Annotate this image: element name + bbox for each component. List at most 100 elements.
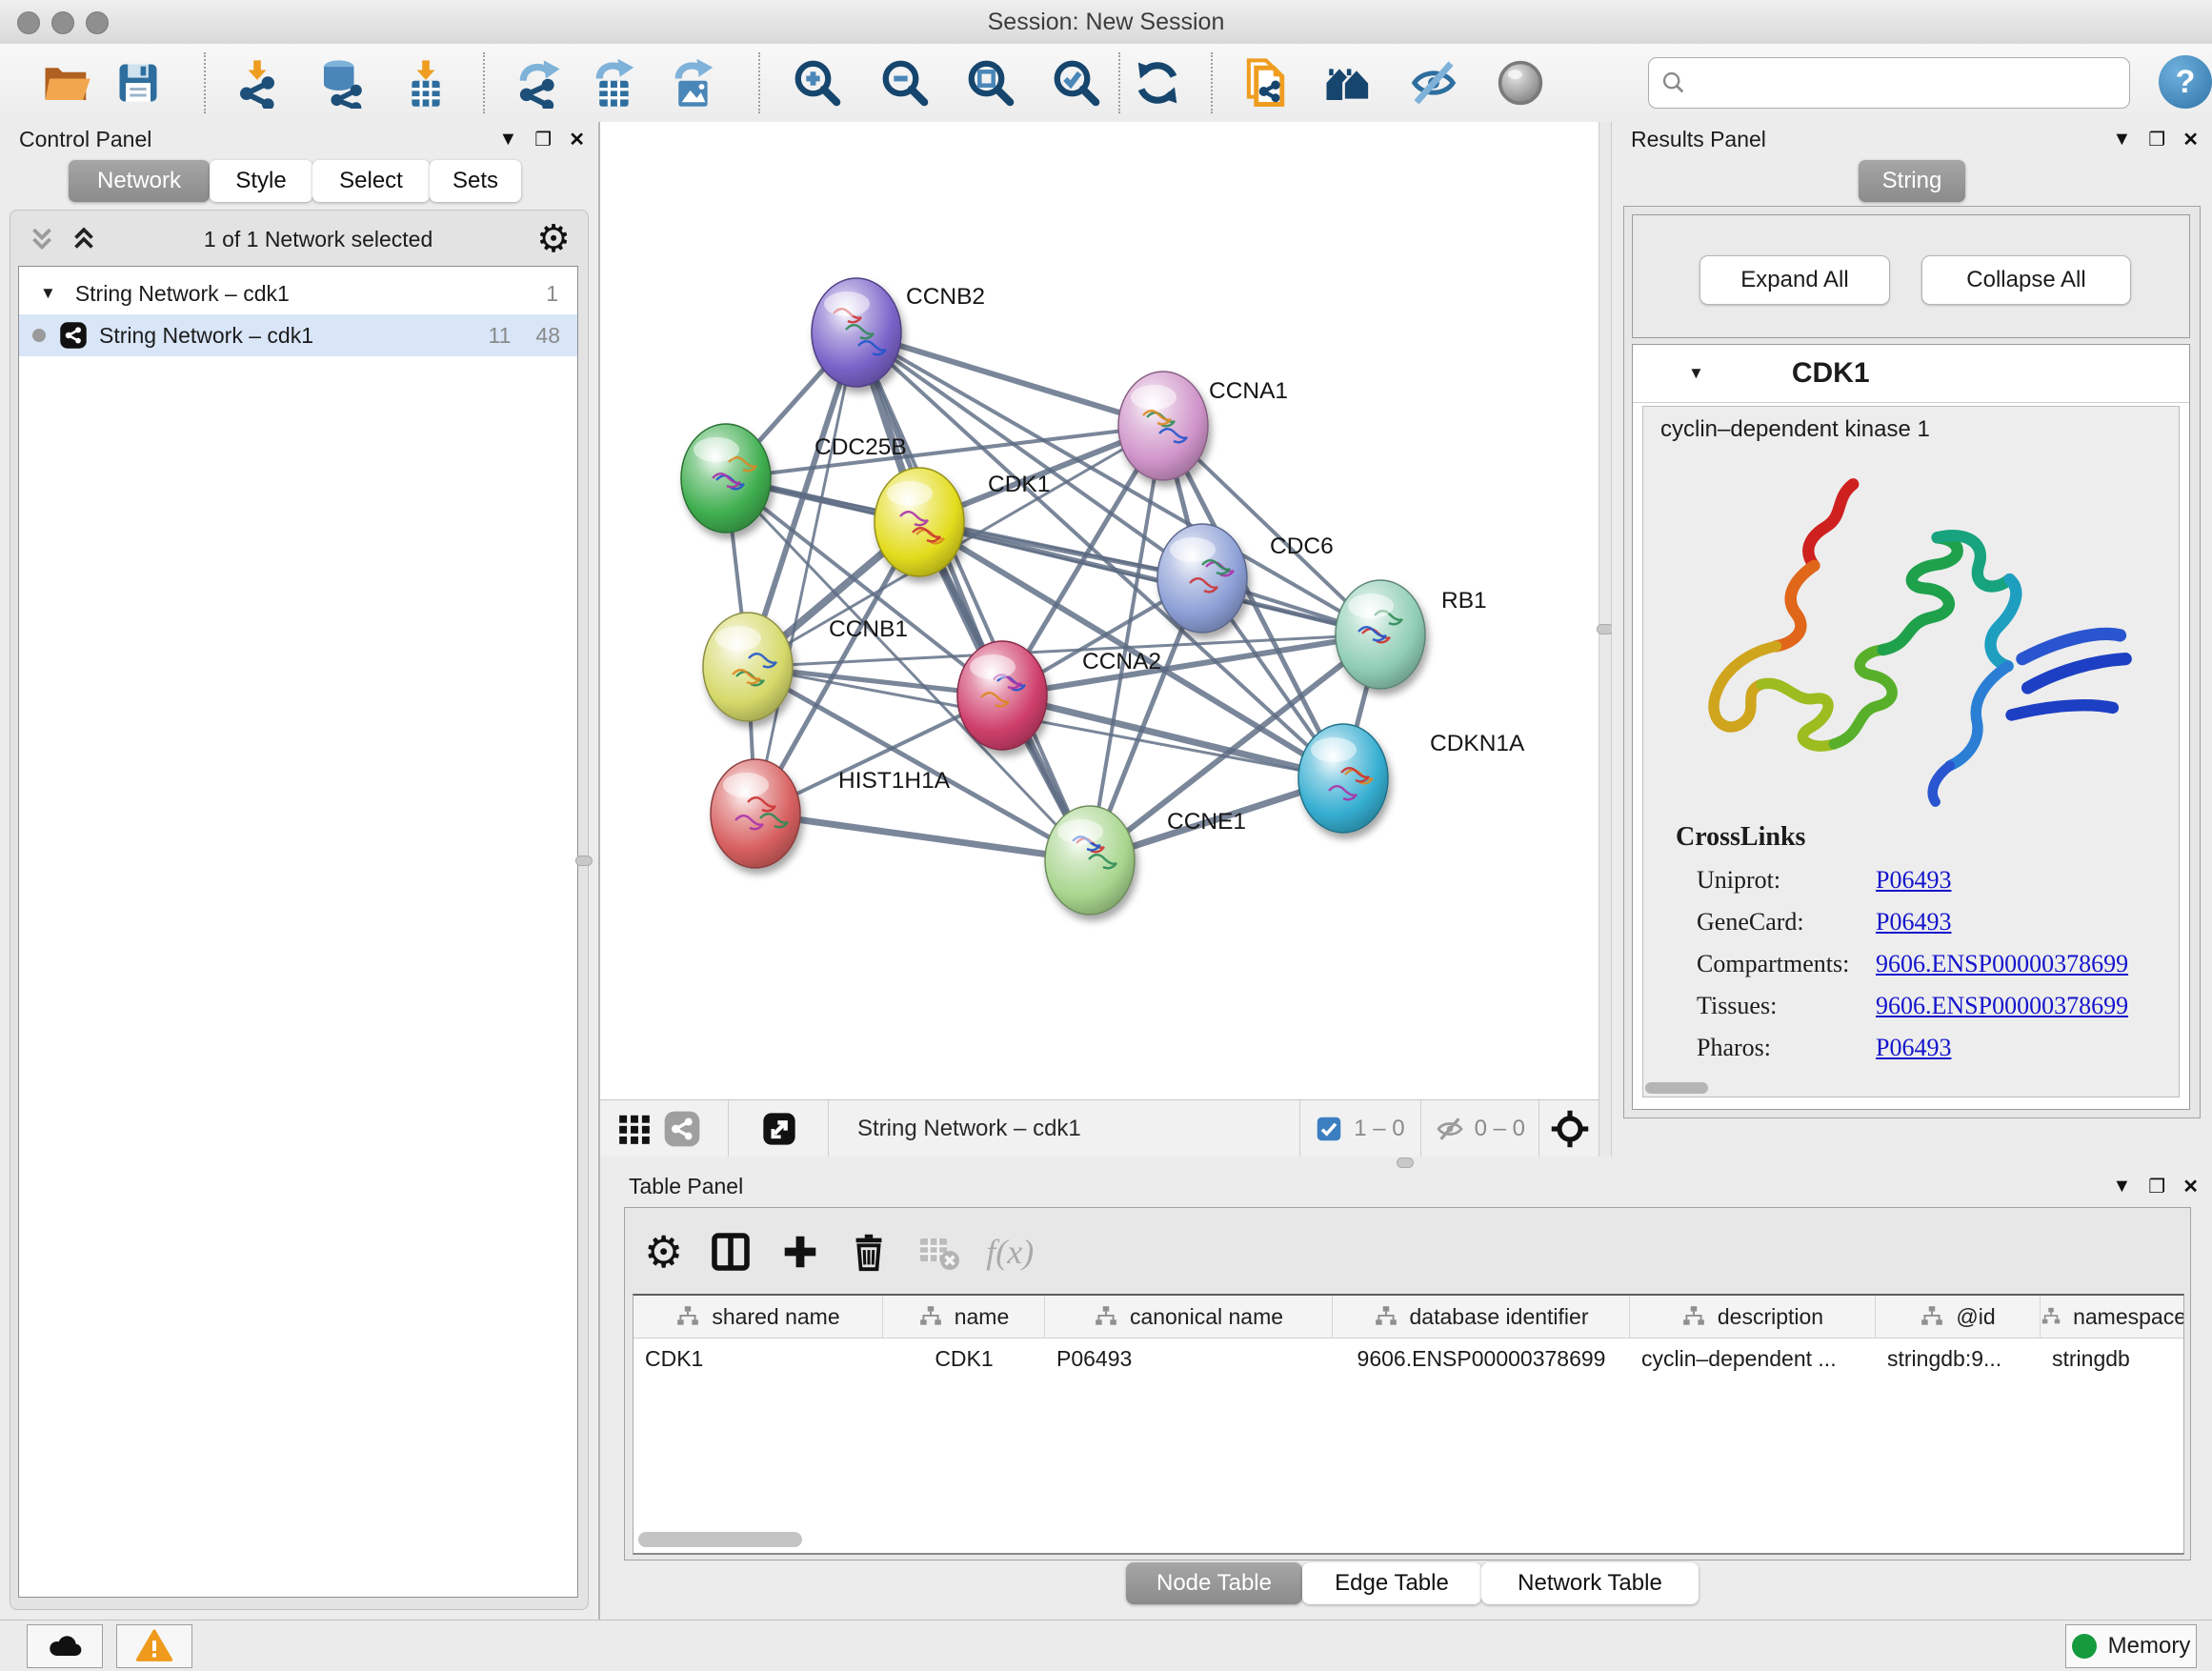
tab-string[interactable]: String <box>1859 160 1965 202</box>
node-HIST1H1A[interactable] <box>711 759 800 868</box>
column-header-name[interactable]: name <box>883 1296 1045 1338</box>
panel-close-icon[interactable]: ✕ <box>2182 1175 2199 1198</box>
import-network-database-button[interactable] <box>314 56 368 110</box>
zoom-window-icon[interactable] <box>86 11 109 34</box>
table-cell[interactable]: CDK1 <box>883 1339 1045 1379</box>
delete-column-trash-icon[interactable] <box>847 1230 891 1274</box>
tab-select[interactable]: Select <box>312 160 430 202</box>
open-session-button[interactable] <box>40 56 93 110</box>
node-CDC25B[interactable] <box>681 424 771 533</box>
edge-CCNB2-HIST1H1A[interactable] <box>755 332 856 814</box>
node-CCNB1[interactable] <box>703 613 793 721</box>
collapse-all-icon[interactable] <box>26 223 58 255</box>
tab-sets[interactable]: Sets <box>430 160 521 202</box>
import-network-file-button[interactable] <box>231 56 284 110</box>
search-box[interactable] <box>1648 57 2130 109</box>
apply-layout-button[interactable] <box>1131 56 1184 110</box>
cloud-status-button[interactable] <box>27 1624 103 1668</box>
table-cell[interactable]: 9606.ENSP00000378699 <box>1333 1339 1630 1379</box>
hidden-eye-icon[interactable] <box>1435 1114 1465 1144</box>
collapse-all-button[interactable]: Collapse All <box>1921 255 2131 305</box>
add-column-icon[interactable] <box>778 1230 822 1274</box>
network-collection-row[interactable]: ▼ String Network – cdk1 1 <box>19 272 577 314</box>
table-cell[interactable]: P06493 <box>1045 1339 1333 1379</box>
fit-selected-crosshair-icon[interactable] <box>1549 1108 1591 1150</box>
crosslink-link[interactable]: 9606.ENSP00000378699 <box>1876 950 2128 978</box>
node-CDC6[interactable] <box>1157 524 1247 633</box>
selected-checkbox-icon[interactable] <box>1316 1116 1342 1142</box>
column-header-namespace[interactable]: namespace <box>2041 1296 2184 1338</box>
show-graphics-details-button[interactable] <box>1494 56 1547 110</box>
share-network-button[interactable] <box>661 1102 703 1156</box>
tree-expand-icon[interactable]: ▼ <box>40 284 56 303</box>
search-input[interactable] <box>1687 69 2129 97</box>
birds-eye-view-button[interactable] <box>613 1102 655 1156</box>
panel-float-icon[interactable]: ❐ <box>2148 128 2165 151</box>
table-scrollbar-thumb[interactable] <box>638 1532 802 1547</box>
import-table-button[interactable] <box>399 56 452 110</box>
crosslink-link[interactable]: P06493 <box>1876 866 1951 895</box>
tab-style[interactable]: Style <box>210 160 312 202</box>
help-button[interactable]: ? <box>2159 55 2212 109</box>
panel-float-icon[interactable]: ❐ <box>2148 1175 2165 1198</box>
close-window-icon[interactable] <box>17 11 40 34</box>
zoom-selected-button[interactable] <box>1050 56 1103 110</box>
table-cell[interactable]: stringdb <box>2041 1339 2184 1379</box>
results-scrollbar-thumb[interactable] <box>1645 1082 1708 1094</box>
panel-close-icon[interactable]: ✕ <box>2182 128 2199 151</box>
node-CDKN1A[interactable] <box>1298 724 1388 833</box>
new-network-from-selection-button[interactable] <box>1240 56 1294 110</box>
zoom-out-button[interactable] <box>878 56 932 110</box>
splitter-handle[interactable] <box>1397 1158 1414 1168</box>
export-network-button[interactable] <box>512 56 565 110</box>
node-CCNA2[interactable] <box>957 641 1047 750</box>
column-header--id[interactable]: @id <box>1876 1296 2041 1338</box>
network-row[interactable]: String Network – cdk1 11 48 <box>19 314 577 356</box>
tab-node-table[interactable]: Node Table <box>1126 1562 1302 1604</box>
node-CCNB2[interactable] <box>812 278 901 387</box>
expand-all-button[interactable]: Expand All <box>1699 255 1890 305</box>
function-builder-button[interactable]: f(x) <box>986 1232 1034 1272</box>
node-CCNE1[interactable] <box>1045 806 1135 915</box>
zoom-fit-button[interactable] <box>964 56 1017 110</box>
collapse-triangle-icon[interactable]: ▼ <box>1688 364 1704 383</box>
panel-float-icon[interactable]: ❐ <box>534 128 552 151</box>
export-image-button[interactable] <box>667 56 720 110</box>
tab-edge-table[interactable]: Edge Table <box>1302 1562 1481 1604</box>
column-header-shared-name[interactable]: shared name <box>633 1296 883 1338</box>
node-table[interactable]: shared namenamecanonical namedatabase id… <box>633 1294 2184 1555</box>
panel-collapse-icon[interactable]: ▼ <box>499 129 518 151</box>
tab-network-table[interactable]: Network Table <box>1481 1562 1699 1604</box>
table-options-gear-icon[interactable]: ⚙ <box>644 1233 683 1271</box>
protein-card-header[interactable]: ▼ CDK1 <box>1633 345 2189 403</box>
horizontal-splitter[interactable] <box>600 1157 2212 1169</box>
column-header-canonical-name[interactable]: canonical name <box>1045 1296 1333 1338</box>
panel-close-icon[interactable]: ✕ <box>569 128 585 151</box>
delete-table-icon[interactable] <box>915 1229 961 1275</box>
panel-collapse-icon[interactable]: ▼ <box>2113 1176 2132 1198</box>
crosslink-link[interactable]: P06493 <box>1876 1034 1951 1062</box>
network-canvas[interactable]: CCNB2CCNA1CDC25BCDK1CDC6RB1CCNB1CCNA2CDK… <box>600 122 1599 1099</box>
export-table-button[interactable] <box>588 56 641 110</box>
minimize-window-icon[interactable] <box>51 11 74 34</box>
save-session-button[interactable] <box>111 56 165 110</box>
node-CCNA1[interactable] <box>1118 372 1208 480</box>
splitter-handle[interactable] <box>575 856 593 866</box>
zoom-in-button[interactable] <box>791 56 844 110</box>
panel-collapse-icon[interactable]: ▼ <box>2113 129 2132 151</box>
node-CDK1[interactable] <box>875 468 964 576</box>
column-header-description[interactable]: description <box>1630 1296 1876 1338</box>
first-neighbors-button[interactable] <box>1321 56 1375 110</box>
edge-CCNB2-CCNA1[interactable] <box>856 332 1163 426</box>
vertical-splitter[interactable] <box>1599 122 1612 1157</box>
tab-network[interactable]: Network <box>69 160 210 202</box>
edge-CCNE1-HIST1H1A[interactable] <box>755 814 1090 860</box>
network-options-gear-icon[interactable]: ⚙ <box>536 220 571 258</box>
crosslink-link[interactable]: P06493 <box>1876 908 1951 936</box>
column-header-database-identifier[interactable]: database identifier <box>1333 1296 1630 1338</box>
expand-all-icon[interactable] <box>68 223 100 255</box>
table-cell[interactable]: stringdb:9... <box>1876 1339 2041 1379</box>
crosslink-link[interactable]: 9606.ENSP00000378699 <box>1876 992 2128 1020</box>
hide-selected-button[interactable] <box>1407 56 1460 110</box>
table-cell[interactable]: cyclin–dependent ... <box>1630 1339 1876 1379</box>
